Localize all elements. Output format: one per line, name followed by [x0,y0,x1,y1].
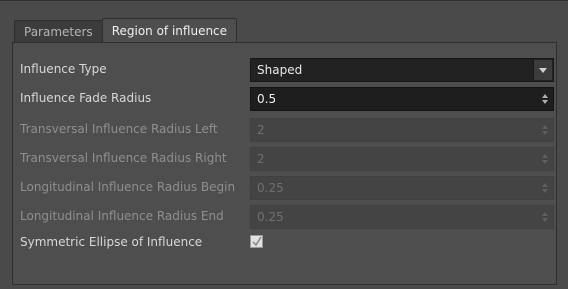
influence-type-select[interactable]: Shaped [250,58,554,82]
spin-arrows-icon[interactable] [541,93,549,105]
transversal-right-spinbox: 2 [250,147,554,171]
dropdown-arrow-button[interactable] [533,60,552,80]
longitudinal-end-value: 0.25 [257,210,284,224]
influence-fade-radius-label: Influence Fade Radius [20,91,152,105]
tab-parameters[interactable]: Parameters [14,20,103,43]
spin-arrows-icon [542,183,548,193]
symmetric-ellipse-row: Symmetric Ellipse of Influence [13,229,556,257]
transversal-left-spinbox: 2 [250,118,554,142]
influence-type-label: Influence Type [20,62,107,76]
symmetric-ellipse-label: Symmetric Ellipse of Influence [20,235,203,249]
transversal-right-row: Transversal Influence Radius Right 2 [13,145,556,173]
influence-fade-radius-row: Influence Fade Radius 0.5 [13,85,556,113]
symmetric-ellipse-checkbox[interactable] [250,235,263,248]
longitudinal-end-label: Longitudinal Influence Radius End [20,209,224,223]
transversal-left-label: Transversal Influence Radius Left [20,122,218,136]
influence-fade-radius-value: 0.5 [257,92,277,106]
transversal-left-value: 2 [257,123,265,137]
longitudinal-begin-value: 0.25 [257,181,284,195]
spin-arrows-icon [542,212,548,222]
tab-bar: Parameters Region of influence [14,18,238,43]
region-of-influence-panel: Influence Type Shaped Influence Fade Rad… [12,42,557,285]
longitudinal-begin-row: Longitudinal Influence Radius Begin 0.25 [13,174,556,202]
influence-fade-radius-spinbox[interactable]: 0.5 [250,87,554,111]
tab-region-of-influence[interactable]: Region of influence [101,18,238,43]
influence-type-row: Influence Type Shaped [13,56,556,84]
transversal-left-row: Transversal Influence Radius Left 2 [13,116,556,144]
longitudinal-begin-spinbox: 0.25 [250,176,554,200]
longitudinal-end-row: Longitudinal Influence Radius End 0.25 [13,203,556,231]
spin-arrows-icon [542,125,548,135]
transversal-right-label: Transversal Influence Radius Right [20,151,227,165]
properties-window: Parameters Region of influence Influence… [0,0,568,289]
spin-arrows-icon [542,154,548,164]
checkmark-icon [252,236,262,247]
chevron-down-icon [539,67,547,73]
longitudinal-begin-label: Longitudinal Influence Radius Begin [20,180,236,194]
transversal-right-value: 2 [257,152,265,166]
longitudinal-end-spinbox: 0.25 [250,205,554,229]
influence-type-value: Shaped [257,63,303,77]
